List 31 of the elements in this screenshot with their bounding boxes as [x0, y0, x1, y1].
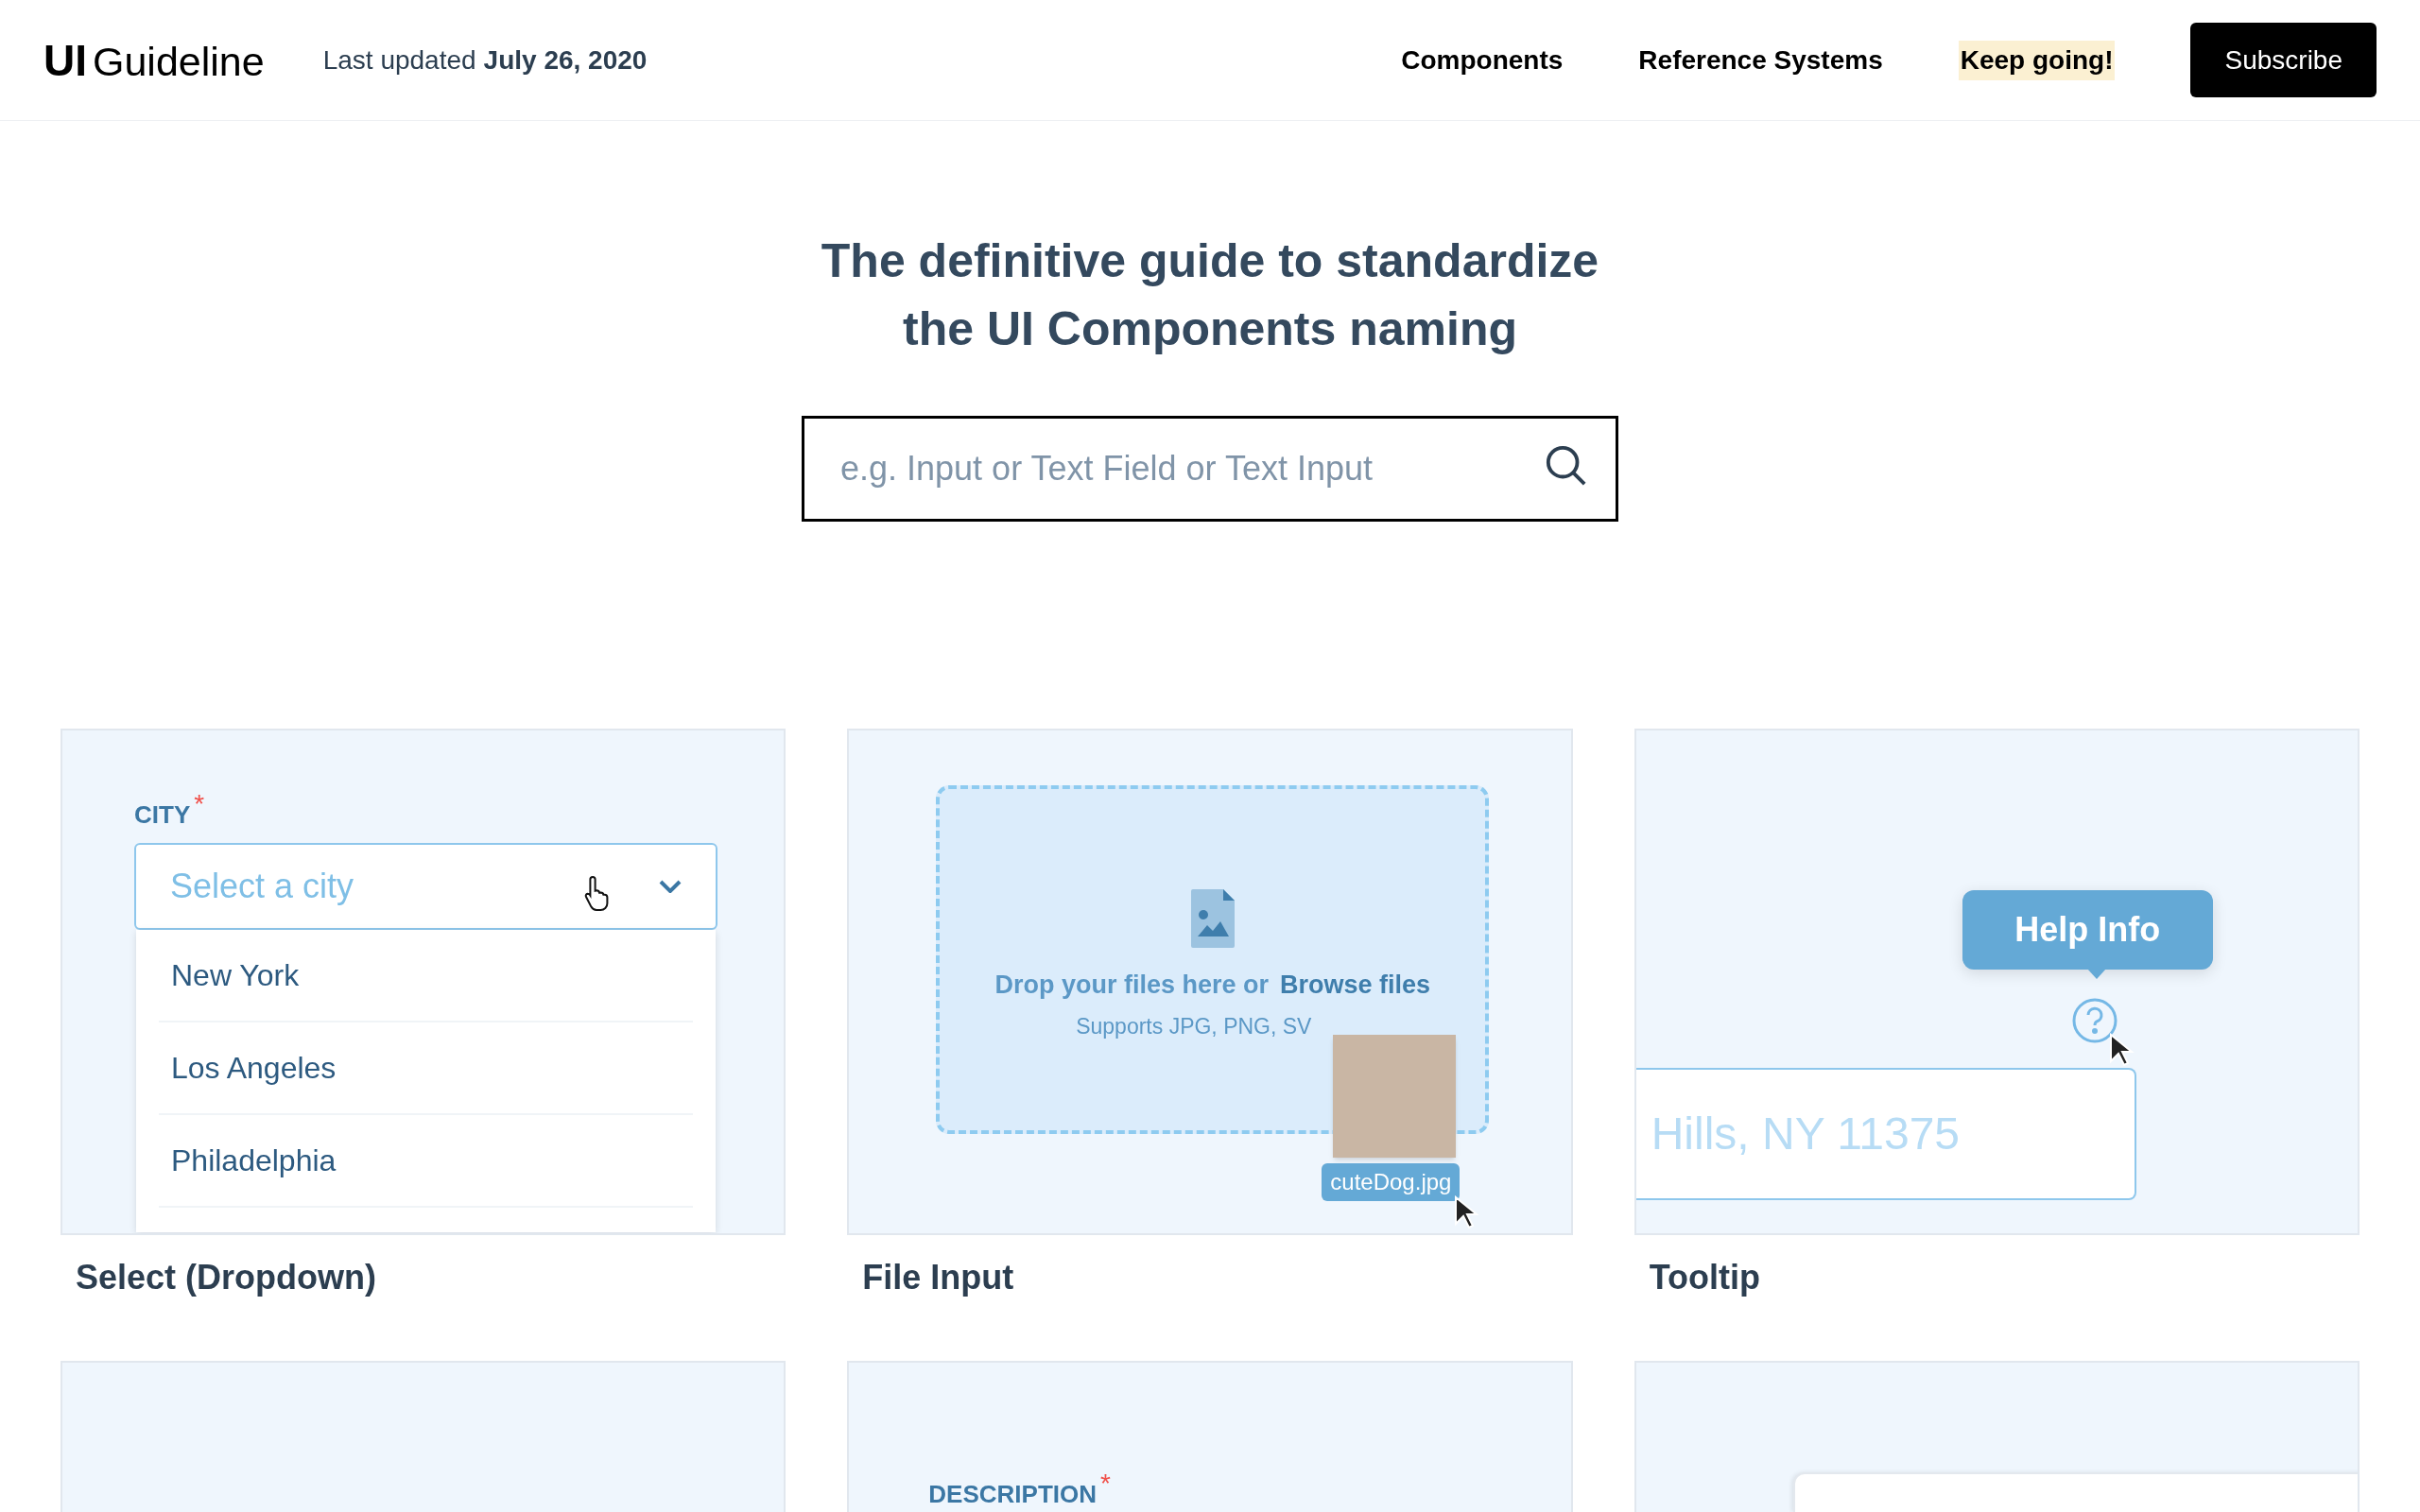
hero-title: The definitive guide to standardize the UI Components naming [821, 233, 1599, 357]
last-updated-label: Last updated [322, 43, 476, 77]
search-icon [1545, 444, 1588, 488]
chevron-down-icon [659, 880, 682, 893]
field-label: CITY [134, 799, 191, 831]
field-label: DESCRIPTION [928, 1479, 1097, 1510]
logo-text: Guideline [93, 41, 265, 82]
file-drop-zone[interactable]: Drop your files here or Browse files Supports JPG, PNG, SV [936, 785, 1490, 1134]
card-title[interactable]: File Input [847, 1235, 1573, 1361]
last-updated-date: July 26, 2020 [483, 43, 648, 77]
logo-mark: UI [43, 38, 87, 82]
browse-files-link[interactable]: Browse files [1280, 966, 1431, 1005]
nav-link[interactable]: Reference Systems [1638, 40, 1883, 80]
dropdown-option[interactable]: Philadelphia [159, 1115, 693, 1208]
required-asterisk: * [1100, 1470, 1111, 1497]
help-icon[interactable] [2071, 998, 2118, 1043]
dropdown-option[interactable]: Los Angeles [159, 1022, 693, 1115]
required-asterisk: * [194, 791, 205, 817]
card-title[interactable]: Select (Dropdown) [60, 1235, 786, 1361]
search-field[interactable]: e.g. Input or Text Field or Text Input [802, 416, 1618, 522]
image-file-icon [1190, 889, 1235, 948]
file-name-tag: cuteDog.jpg [1322, 1163, 1461, 1201]
tooltip: Help Info [1962, 890, 2213, 970]
drop-prompt: Drop your files here or [994, 970, 1270, 1001]
subscribe-button[interactable]: Subscribe [2190, 23, 2377, 97]
file-types-hint: Supports JPG, PNG, SV [1076, 1012, 1312, 1040]
card-title[interactable]: Tooltip [1634, 1235, 2360, 1361]
nav-link[interactable]: Components [1401, 40, 1564, 80]
dropdown-option[interactable]: New York [159, 930, 693, 1022]
highlighted-link[interactable]: Keep going! [1958, 40, 2116, 80]
tooltip-pointer [2086, 969, 2106, 979]
